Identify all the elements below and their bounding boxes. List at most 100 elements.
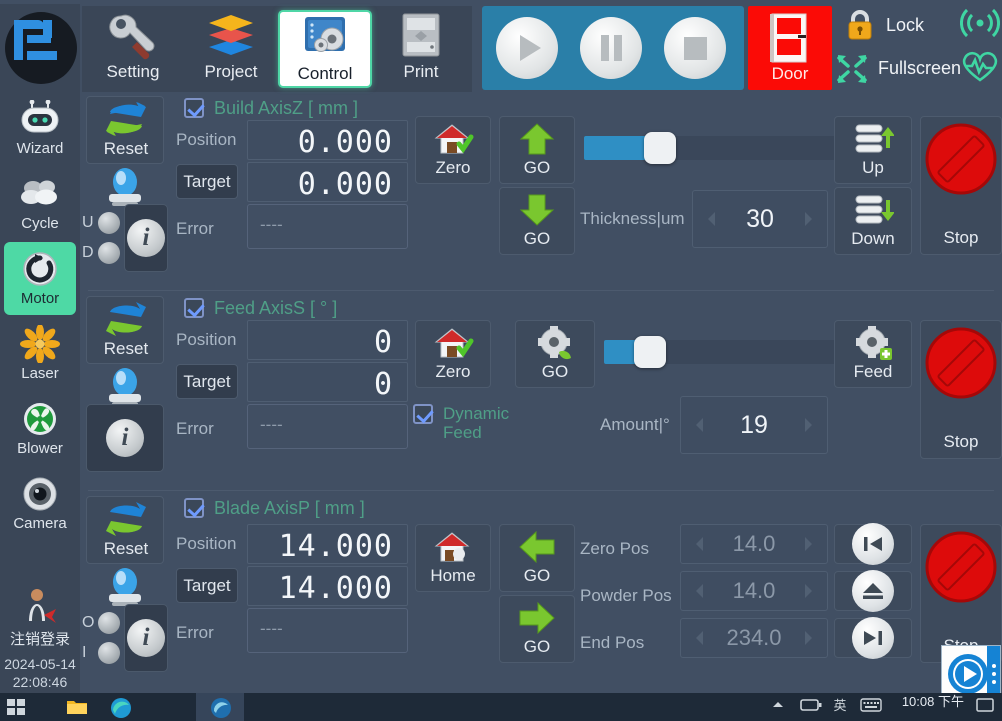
target-button-s[interactable]: Target: [176, 364, 238, 399]
user-logout-icon: [20, 587, 62, 623]
nav-tab-control-label: Control: [297, 64, 353, 83]
action-center-icon[interactable]: [976, 697, 996, 717]
go-up-button-z[interactable]: GO: [499, 116, 575, 184]
stop-button-p[interactable]: Stop: [920, 524, 1002, 663]
amount-stepper-s[interactable]: 19: [680, 396, 828, 454]
go-down-button-z[interactable]: GO: [499, 187, 575, 255]
stepper-increment-icon[interactable]: [805, 584, 819, 598]
info-button-p[interactable]: i: [124, 604, 168, 672]
sidebar-item-blower[interactable]: Blower: [4, 392, 76, 465]
stepper-increment-icon[interactable]: [805, 631, 819, 645]
go-up-button-z-label: GO: [523, 158, 551, 177]
target-value-p[interactable]: 14.000: [247, 566, 408, 606]
stop-button-s[interactable]: Stop: [920, 320, 1002, 459]
control-gear-icon: [299, 12, 351, 62]
indicator-i-lamp: [98, 642, 120, 664]
target-button-z[interactable]: Target: [176, 164, 238, 199]
taskbar-clock-time: 10:08: [901, 694, 935, 709]
keyboard-icon[interactable]: [860, 697, 882, 717]
reset-button-s[interactable]: Reset: [86, 296, 164, 364]
powder-pos-set-button[interactable]: [834, 570, 912, 612]
stepper-increment-icon[interactable]: [805, 537, 819, 551]
file-explorer-icon[interactable]: [66, 697, 87, 717]
home-button-p[interactable]: Home: [415, 524, 491, 592]
nav-tab-setting[interactable]: Setting: [86, 10, 180, 88]
indicator-d: D: [82, 238, 120, 268]
taskbar-clock[interactable]: 10:08 下午: [901, 694, 964, 709]
arrow-left-icon: [518, 530, 556, 569]
go-left-button-p[interactable]: GO: [499, 524, 575, 592]
nav-tab-control[interactable]: Control: [278, 10, 372, 88]
zero-pos-stepper[interactable]: 14.0: [680, 524, 828, 564]
sidebar-item-wizard[interactable]: Wizard: [4, 92, 76, 165]
padlock-icon: [842, 7, 878, 43]
sidebar-item-motor[interactable]: Motor: [4, 242, 76, 315]
go-down-button-z-label: GO: [523, 229, 551, 248]
wifi-signal-icon[interactable]: [960, 5, 1000, 46]
end-pos-set-button[interactable]: [834, 617, 912, 659]
fan-icon: [19, 400, 61, 440]
stop-button-z[interactable]: Stop: [920, 116, 1002, 255]
error-value-p: ----: [247, 608, 408, 653]
sidebar-item-cycle[interactable]: Cycle: [4, 167, 76, 240]
beacon-light-z: [102, 166, 148, 208]
go-button-s[interactable]: GO: [515, 320, 595, 388]
target-button-p[interactable]: Target: [176, 568, 238, 603]
heartbeat-icon[interactable]: [960, 49, 1000, 88]
start-button-icon[interactable]: [6, 697, 26, 717]
pause-button[interactable]: [580, 17, 642, 79]
zero-button-z[interactable]: Zero: [415, 116, 491, 184]
sidebar-item-laser[interactable]: Laser: [4, 317, 76, 390]
layers-icon: [205, 10, 257, 60]
edge-browser-icon[interactable]: [110, 697, 131, 718]
sidebar-item-camera[interactable]: Camera: [4, 467, 76, 540]
reset-button-z[interactable]: Reset: [86, 96, 164, 164]
reset-button-p[interactable]: Reset: [86, 496, 164, 564]
stop-sign-icon: [923, 325, 999, 406]
lock-control[interactable]: Lock: [842, 5, 1002, 45]
info-button-s[interactable]: i: [86, 404, 164, 472]
axis-title-s-label: Feed AxisS [ ° ]: [214, 297, 338, 318]
play-button[interactable]: [496, 17, 558, 79]
position-label-p: Position: [176, 534, 237, 553]
nav-tab-project[interactable]: Project: [184, 10, 278, 88]
sidebar-logout-label[interactable]: 注销登录: [0, 628, 80, 649]
thickness-stepper-z[interactable]: 30: [692, 190, 828, 248]
powder-pos-stepper[interactable]: 14.0: [680, 571, 828, 611]
axis-enable-checkbox-p[interactable]: [184, 498, 204, 518]
nav-tab-print[interactable]: Print: [374, 10, 468, 88]
show-hidden-icons[interactable]: [770, 697, 790, 717]
arrow-right-icon: [518, 601, 556, 640]
dynamic-feed-checkbox[interactable]: [413, 404, 433, 424]
info-button-z[interactable]: i: [124, 204, 168, 272]
end-pos-stepper[interactable]: 234.0: [680, 618, 828, 658]
feed-button-s[interactable]: Feed: [834, 320, 912, 388]
ime-language-icon[interactable]: 英: [830, 697, 850, 717]
taskbar-active-window[interactable]: [196, 693, 244, 721]
thickness-slider-z[interactable]: [584, 132, 844, 164]
widget-menu-dots-icon[interactable]: [992, 664, 996, 688]
sidebar-item-cycle-label: Cycle: [21, 215, 59, 232]
axis-row-build-z: Reset U D i Build AxisZ [mm] Position …: [80, 92, 1002, 292]
transport-controls: [482, 6, 744, 90]
stepper-increment-icon[interactable]: [805, 418, 819, 432]
up-button-z[interactable]: Up: [834, 116, 912, 184]
target-value-s[interactable]: 0: [247, 362, 408, 402]
stop-button[interactable]: [664, 17, 726, 79]
battery-icon[interactable]: [800, 697, 822, 717]
beacon-light-p: [102, 566, 148, 608]
stepper-increment-icon[interactable]: [805, 212, 819, 226]
dynamic-feed-control[interactable]: Dynamic Feed: [413, 404, 513, 442]
down-button-z[interactable]: Down: [834, 187, 912, 255]
zero-pos-set-button[interactable]: [834, 523, 912, 565]
zero-button-s[interactable]: Zero: [415, 320, 491, 388]
play-circle-icon[interactable]: [948, 654, 988, 694]
indicator-column-p: O I: [82, 608, 120, 672]
door-button[interactable]: Door: [748, 6, 832, 90]
axis-enable-checkbox-s[interactable]: [184, 298, 204, 318]
go-right-button-p[interactable]: GO: [499, 595, 575, 663]
fullscreen-control[interactable]: Fullscreen: [832, 48, 1002, 88]
axis-enable-checkbox-z[interactable]: [184, 98, 204, 118]
dynamic-feed-label: Dynamic Feed: [443, 404, 509, 442]
target-value-z[interactable]: 0.000: [247, 162, 408, 202]
